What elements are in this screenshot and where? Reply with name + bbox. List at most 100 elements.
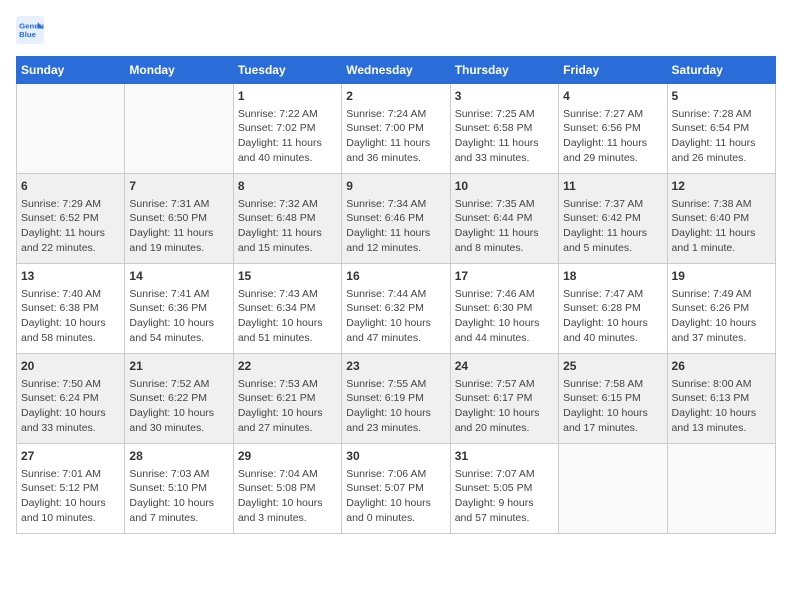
day-info: Sunrise: 7:50 AM Sunset: 6:24 PM Dayligh… [21,377,120,436]
day-number: 26 [672,358,771,375]
calendar-cell: 5 Sunrise: 7:28 AM Sunset: 6:54 PM Daylig… [667,84,775,174]
day-info: Sunrise: 7:35 AM Sunset: 6:44 PM Dayligh… [455,197,554,256]
day-info: Sunrise: 7:06 AM Sunset: 5:07 PM Dayligh… [346,467,445,526]
day-number: 29 [238,448,337,465]
calendar-cell: 21 Sunrise: 7:52 AM Sunset: 6:22 PM Dayli… [125,354,233,444]
day-info: Sunrise: 7:44 AM Sunset: 6:32 PM Dayligh… [346,287,445,346]
day-number: 14 [129,268,228,285]
header-monday: Monday [125,57,233,84]
page-header: General Blue [16,16,776,44]
calendar-week-row: 13 Sunrise: 7:40 AM Sunset: 6:38 PM Dayli… [17,264,776,354]
day-info: Sunrise: 7:41 AM Sunset: 6:36 PM Dayligh… [129,287,228,346]
day-number: 10 [455,178,554,195]
day-number: 25 [563,358,662,375]
day-info: Sunrise: 7:57 AM Sunset: 6:17 PM Dayligh… [455,377,554,436]
day-number: 21 [129,358,228,375]
header-sunday: Sunday [17,57,125,84]
day-number: 4 [563,88,662,105]
day-info: Sunrise: 7:43 AM Sunset: 6:34 PM Dayligh… [238,287,337,346]
calendar-cell: 7 Sunrise: 7:31 AM Sunset: 6:50 PM Daylig… [125,174,233,264]
day-info: Sunrise: 7:32 AM Sunset: 6:48 PM Dayligh… [238,197,337,256]
day-info: Sunrise: 8:00 AM Sunset: 6:13 PM Dayligh… [672,377,771,436]
calendar-cell: 20 Sunrise: 7:50 AM Sunset: 6:24 PM Dayli… [17,354,125,444]
day-number: 28 [129,448,228,465]
calendar-week-row: 1 Sunrise: 7:22 AM Sunset: 7:02 PM Daylig… [17,84,776,174]
calendar-cell: 18Sunrise: 7:47 AM Sunset: 6:28 PM Dayli… [559,264,667,354]
header-saturday: Saturday [667,57,775,84]
day-info: Sunrise: 7:38 AM Sunset: 6:40 PM Dayligh… [672,197,771,256]
day-info: Sunrise: 7:28 AM Sunset: 6:54 PM Dayligh… [672,107,771,166]
calendar-cell: 13 Sunrise: 7:40 AM Sunset: 6:38 PM Dayli… [17,264,125,354]
calendar-cell: 28 Sunrise: 7:03 AM Sunset: 5:10 PM Dayli… [125,444,233,534]
calendar-cell: 14 Sunrise: 7:41 AM Sunset: 6:36 PM Dayli… [125,264,233,354]
day-info: Sunrise: 7:04 AM Sunset: 5:08 PM Dayligh… [238,467,337,526]
day-info: Sunrise: 7:46 AM Sunset: 6:30 PM Dayligh… [455,287,554,346]
day-number: 23 [346,358,445,375]
day-info: Sunrise: 7:07 AM Sunset: 5:05 PM Dayligh… [455,467,554,526]
calendar-cell: 19Sunrise: 7:49 AM Sunset: 6:26 PM Dayli… [667,264,775,354]
logo-icon: General Blue [16,16,44,44]
calendar-cell [125,84,233,174]
day-number: 2 [346,88,445,105]
day-number: 17 [455,268,554,285]
calendar-cell: 8 Sunrise: 7:32 AM Sunset: 6:48 PM Daylig… [233,174,341,264]
calendar-cell: 24 Sunrise: 7:57 AM Sunset: 6:17 PM Dayli… [450,354,558,444]
day-info: Sunrise: 7:01 AM Sunset: 5:12 PM Dayligh… [21,467,120,526]
day-number: 22 [238,358,337,375]
calendar-cell [559,444,667,534]
calendar-cell: 9Sunrise: 7:34 AM Sunset: 6:46 PM Daylig… [342,174,450,264]
calendar-week-row: 6Sunrise: 7:29 AM Sunset: 6:52 PM Daylig… [17,174,776,264]
header-friday: Friday [559,57,667,84]
day-info: Sunrise: 7:24 AM Sunset: 7:00 PM Dayligh… [346,107,445,166]
day-info: Sunrise: 7:47 AM Sunset: 6:28 PM Dayligh… [563,287,662,346]
calendar-cell: 15Sunrise: 7:43 AM Sunset: 6:34 PM Dayli… [233,264,341,354]
day-number: 5 [672,88,771,105]
calendar-cell: 26 Sunrise: 8:00 AM Sunset: 6:13 PM Dayli… [667,354,775,444]
calendar-header-row: SundayMondayTuesdayWednesdayThursdayFrid… [17,57,776,84]
calendar-cell: 11Sunrise: 7:37 AM Sunset: 6:42 PM Dayli… [559,174,667,264]
day-number: 16 [346,268,445,285]
calendar-cell: 16 Sunrise: 7:44 AM Sunset: 6:32 PM Dayli… [342,264,450,354]
calendar-cell: 27 Sunrise: 7:01 AM Sunset: 5:12 PM Dayli… [17,444,125,534]
calendar-cell [17,84,125,174]
calendar-week-row: 27 Sunrise: 7:01 AM Sunset: 5:12 PM Dayli… [17,444,776,534]
calendar-cell: 3 Sunrise: 7:25 AM Sunset: 6:58 PM Daylig… [450,84,558,174]
svg-text:Blue: Blue [19,30,37,39]
calendar-cell: 4 Sunrise: 7:27 AM Sunset: 6:56 PM Daylig… [559,84,667,174]
day-info: Sunrise: 7:58 AM Sunset: 6:15 PM Dayligh… [563,377,662,436]
day-number: 20 [21,358,120,375]
day-info: Sunrise: 7:25 AM Sunset: 6:58 PM Dayligh… [455,107,554,166]
calendar-cell: 31 Sunrise: 7:07 AM Sunset: 5:05 PM Dayli… [450,444,558,534]
day-info: Sunrise: 7:27 AM Sunset: 6:56 PM Dayligh… [563,107,662,166]
day-info: Sunrise: 7:22 AM Sunset: 7:02 PM Dayligh… [238,107,337,166]
calendar-cell: 30Sunrise: 7:06 AM Sunset: 5:07 PM Dayli… [342,444,450,534]
day-info: Sunrise: 7:37 AM Sunset: 6:42 PM Dayligh… [563,197,662,256]
day-info: Sunrise: 7:40 AM Sunset: 6:38 PM Dayligh… [21,287,120,346]
day-number: 8 [238,178,337,195]
calendar-week-row: 20 Sunrise: 7:50 AM Sunset: 6:24 PM Dayli… [17,354,776,444]
day-number: 1 [238,88,337,105]
day-number: 9 [346,178,445,195]
day-number: 24 [455,358,554,375]
day-info: Sunrise: 7:53 AM Sunset: 6:21 PM Dayligh… [238,377,337,436]
day-number: 31 [455,448,554,465]
day-info: Sunrise: 7:49 AM Sunset: 6:26 PM Dayligh… [672,287,771,346]
calendar-cell: 17 Sunrise: 7:46 AM Sunset: 6:30 PM Dayli… [450,264,558,354]
day-number: 27 [21,448,120,465]
header-wednesday: Wednesday [342,57,450,84]
calendar-cell: 2 Sunrise: 7:24 AM Sunset: 7:00 PM Daylig… [342,84,450,174]
header-thursday: Thursday [450,57,558,84]
calendar-cell: 10 Sunrise: 7:35 AM Sunset: 6:44 PM Dayli… [450,174,558,264]
day-info: Sunrise: 7:52 AM Sunset: 6:22 PM Dayligh… [129,377,228,436]
calendar-cell [667,444,775,534]
day-number: 6 [21,178,120,195]
calendar-cell: 29 Sunrise: 7:04 AM Sunset: 5:08 PM Dayli… [233,444,341,534]
calendar-cell: 22 Sunrise: 7:53 AM Sunset: 6:21 PM Dayli… [233,354,341,444]
calendar-cell: 23Sunrise: 7:55 AM Sunset: 6:19 PM Dayli… [342,354,450,444]
day-number: 7 [129,178,228,195]
day-number: 13 [21,268,120,285]
day-info: Sunrise: 7:31 AM Sunset: 6:50 PM Dayligh… [129,197,228,256]
day-info: Sunrise: 7:03 AM Sunset: 5:10 PM Dayligh… [129,467,228,526]
header-tuesday: Tuesday [233,57,341,84]
day-number: 3 [455,88,554,105]
